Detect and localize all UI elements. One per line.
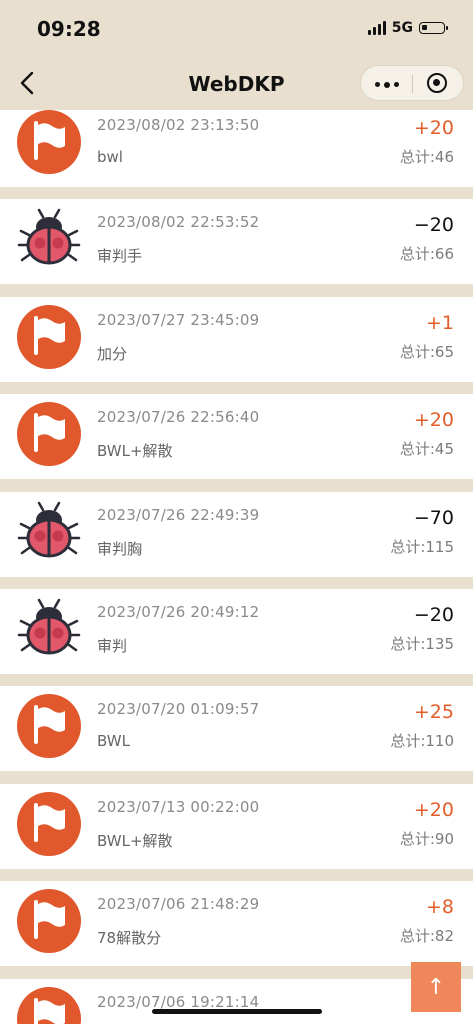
network-label: 5G: [391, 20, 413, 36]
record-amount: −20: [413, 214, 454, 237]
record-note: 加分: [97, 344, 128, 363]
record-amount: −70: [413, 506, 454, 529]
record-total: 总计:110: [390, 732, 454, 751]
status-bar: 09:28 5G: [0, 0, 473, 58]
record-row[interactable]: 2023/07/27 23:45:09 加分 +1 总计:65: [0, 296, 473, 382]
record-note: 78解散分: [97, 929, 162, 948]
nav-bar: WebDKP: [0, 58, 473, 110]
record-note: BWL+解散: [97, 442, 173, 461]
record-total: 总计:65: [399, 342, 454, 361]
record-total: 总计:90: [399, 829, 454, 848]
ladybug-icon: [17, 207, 81, 271]
record-row[interactable]: 2023/07/06 19:21:14+2: [0, 978, 473, 1024]
record-date: 2023/07/20 01:09:57: [97, 700, 260, 719]
scroll-to-top-button[interactable]: ↑: [411, 962, 461, 1012]
record-note: 审判手: [97, 247, 143, 266]
record-row[interactable]: 2023/07/26 22:49:39 审判胸 −70 总计:115: [0, 491, 473, 577]
record-note: 审判胸: [97, 539, 143, 558]
record-row[interactable]: 2023/07/26 20:49:12 审判 −20 总计:135: [0, 589, 473, 674]
flag-icon: [17, 304, 81, 369]
record-total: 总计:82: [399, 927, 454, 946]
record-date: 2023/07/26 22:56:40: [97, 408, 260, 427]
record-note: BWL: [97, 732, 130, 751]
record-amount: +20: [413, 409, 454, 432]
flag-icon: [17, 110, 81, 174]
record-amount: +8: [425, 896, 454, 919]
record-row[interactable]: 2023/07/06 21:48:29 78解散分 +8 总计:82: [0, 881, 473, 967]
record-note: bwl: [97, 148, 123, 166]
record-amount: −20: [413, 604, 454, 626]
record-date: 2023/08/02 23:13:50: [97, 116, 260, 134]
miniprogram-capsule: [360, 65, 464, 101]
home-indicator: [152, 1009, 322, 1014]
record-note: BWL+解散: [97, 831, 173, 850]
record-list[interactable]: 2023/08/02 23:13:50 bwl +20 总计:46 2023/08/0…: [0, 110, 473, 1024]
record-total: 总计:135: [390, 635, 454, 653]
record-total: 总计:46: [399, 148, 454, 166]
signal-icon: [367, 21, 386, 35]
flag-icon: [17, 791, 81, 856]
more-dots-icon[interactable]: [375, 81, 399, 88]
record-date: 2023/07/26 22:49:39: [97, 505, 260, 524]
flag-icon: [17, 694, 81, 759]
arrow-up-icon: ↑: [426, 974, 446, 1000]
record-row[interactable]: 2023/08/02 22:53:52 审判手 −20 总计:66: [0, 199, 473, 285]
record-row[interactable]: 2023/07/13 00:22:00 BWL+解散 +20 总计:90: [0, 783, 473, 869]
record-date: 2023/07/06 21:48:29: [97, 895, 260, 914]
status-time: 09:28: [37, 17, 101, 41]
record-row[interactable]: 2023/07/26 22:56:40 BWL+解散 +20 总计:45: [0, 394, 473, 480]
record-date: 2023/07/13 00:22:00: [97, 797, 260, 816]
ladybug-icon: [17, 597, 81, 661]
close-target-icon[interactable]: [427, 73, 447, 93]
record-amount: +1: [425, 311, 454, 334]
record-date: 2023/07/27 23:45:09: [97, 310, 260, 329]
capsule-divider: [412, 75, 413, 93]
record-total: 总计:66: [399, 245, 454, 264]
record-date: 2023/07/06 19:21:14: [97, 992, 260, 1011]
record-row[interactable]: 2023/08/02 23:13:50 bwl +20 总计:46: [0, 110, 473, 187]
record-note: 审判: [97, 637, 128, 655]
record-amount: +20: [413, 798, 454, 821]
record-date: 2023/07/26 20:49:12: [97, 603, 260, 621]
ladybug-icon: [17, 500, 81, 564]
status-icons: 5G: [367, 20, 448, 36]
record-date: 2023/08/02 22:53:52: [97, 213, 260, 232]
record-amount: +25: [413, 701, 454, 724]
battery-icon: [419, 22, 448, 34]
flag-icon: [17, 889, 81, 954]
flag-icon: [17, 402, 81, 467]
record-row[interactable]: 2023/07/20 01:09:57 BWL +25 总计:110: [0, 686, 473, 772]
record-total: 总计:45: [399, 440, 454, 459]
flag-icon: [17, 986, 81, 1024]
record-total: 总计:115: [390, 537, 454, 556]
record-amount: +20: [413, 117, 454, 139]
